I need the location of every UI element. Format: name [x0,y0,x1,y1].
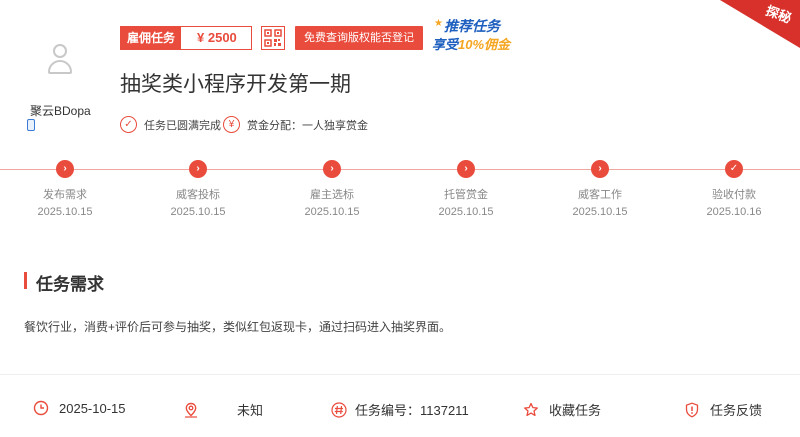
username[interactable]: 聚云BDopa [30,102,91,119]
phone-verified-icon [27,119,35,131]
promo-line2-a: 享受 [432,37,459,52]
reward-distribution: ¥ 赏金分配：一人独享赏金 [223,116,368,133]
favorite-task-label: 收藏任务 [549,403,602,418]
step-date: 2025.10.15 [37,206,93,218]
check-circle-icon: ✓ [120,116,137,133]
progress-step-bid: › 威客投标 2025.10.15 [143,160,253,218]
copyright-check-button[interactable]: 免费查询版权能否登记 [295,26,423,50]
location-pin-icon [185,402,197,418]
avatar[interactable] [40,40,80,80]
task-feedback-label: 任务反馈 [710,403,763,418]
step-date: 2025.10.15 [572,206,628,218]
chevron-right-icon: › [189,160,207,178]
progress-step-accept: ✓ 验收付款 2025.10.16 [679,160,789,218]
star-icon: ★ [434,18,443,29]
step-date: 2025.10.16 [706,206,762,218]
clock-icon [33,400,49,416]
step-name: 雇主选标 [310,189,354,201]
step-name: 托管赏金 [444,189,488,201]
qr-code-icon [264,29,282,47]
footer-task-number: 任务编号：1137211 [331,400,469,419]
chevron-right-icon: › [457,160,475,178]
step-name: 发布需求 [43,189,87,201]
progress-step-work: › 威客工作 2025.10.15 [545,160,655,218]
reward-distribution-text: 赏金分配：一人独享赏金 [247,119,368,132]
promo-line2-b: 10%佣金 [458,37,511,52]
step-name: 威客投标 [176,189,220,201]
section-title: 任务需求 [36,275,104,294]
task-title: 抽奖类小程序开发第一期 [120,73,351,96]
footer-date-text: 2025-10-15 [59,400,126,416]
promo-line2: 享受10%佣金 [432,34,510,53]
task-description: 餐饮行业，消费+评价后可参与抽奖，类似红包返现卡，通过扫码进入抽奖界面。 [24,320,452,334]
task-footer: 2025-10-15 未知 任务编号：1137211 收藏任务 任务反馈 [0,374,800,437]
promo-banner[interactable]: ★ 推荐任务 享受10%佣金 [432,14,534,54]
yen-circle-icon: ¥ [223,116,240,133]
step-date: 2025.10.15 [170,206,226,218]
step-name: 威客工作 [578,189,622,201]
corner-ribbon: 探秘 [720,0,800,48]
progress-step-publish: › 发布需求 2025.10.15 [10,160,120,218]
footer-location: 未知 [183,400,263,419]
progress-step-escrow: › 托管赏金 2025.10.15 [411,160,521,218]
hash-icon [331,401,347,418]
shield-alert-icon [685,402,699,418]
avatar-head [53,44,67,58]
footer-date: 2025-10-15 [33,400,126,416]
chevron-right-icon: › [591,160,609,178]
qr-code-button[interactable] [261,26,285,50]
reward-type-label: 雇佣任务 [121,27,182,49]
reward-amount: ¥ 2500 [181,27,251,49]
task-status: ✓ 任务已圆满完成 [120,116,221,133]
footer-task-number-text: 任务编号：1137211 [355,403,469,418]
reward-badge: 雇佣任务 ¥ 2500 [120,26,252,50]
step-name: 验收付款 [712,189,756,201]
footer-location-text: 未知 [237,403,264,418]
check-icon: ✓ [725,160,743,178]
promo-line1: 推荐任务 [444,18,500,34]
chevron-right-icon: › [56,160,74,178]
favorite-task-button[interactable]: 收藏任务 [523,400,601,419]
step-date: 2025.10.15 [304,206,360,218]
section-accent-bar [24,272,27,289]
avatar-body [48,60,72,74]
task-feedback-button[interactable]: 任务反馈 [684,400,762,419]
progress-step-select: › 雇主选标 2025.10.15 [277,160,387,218]
star-icon [524,402,538,416]
task-status-text: 任务已圆满完成 [144,119,221,132]
chevron-right-icon: › [323,160,341,178]
step-date: 2025.10.15 [438,206,494,218]
